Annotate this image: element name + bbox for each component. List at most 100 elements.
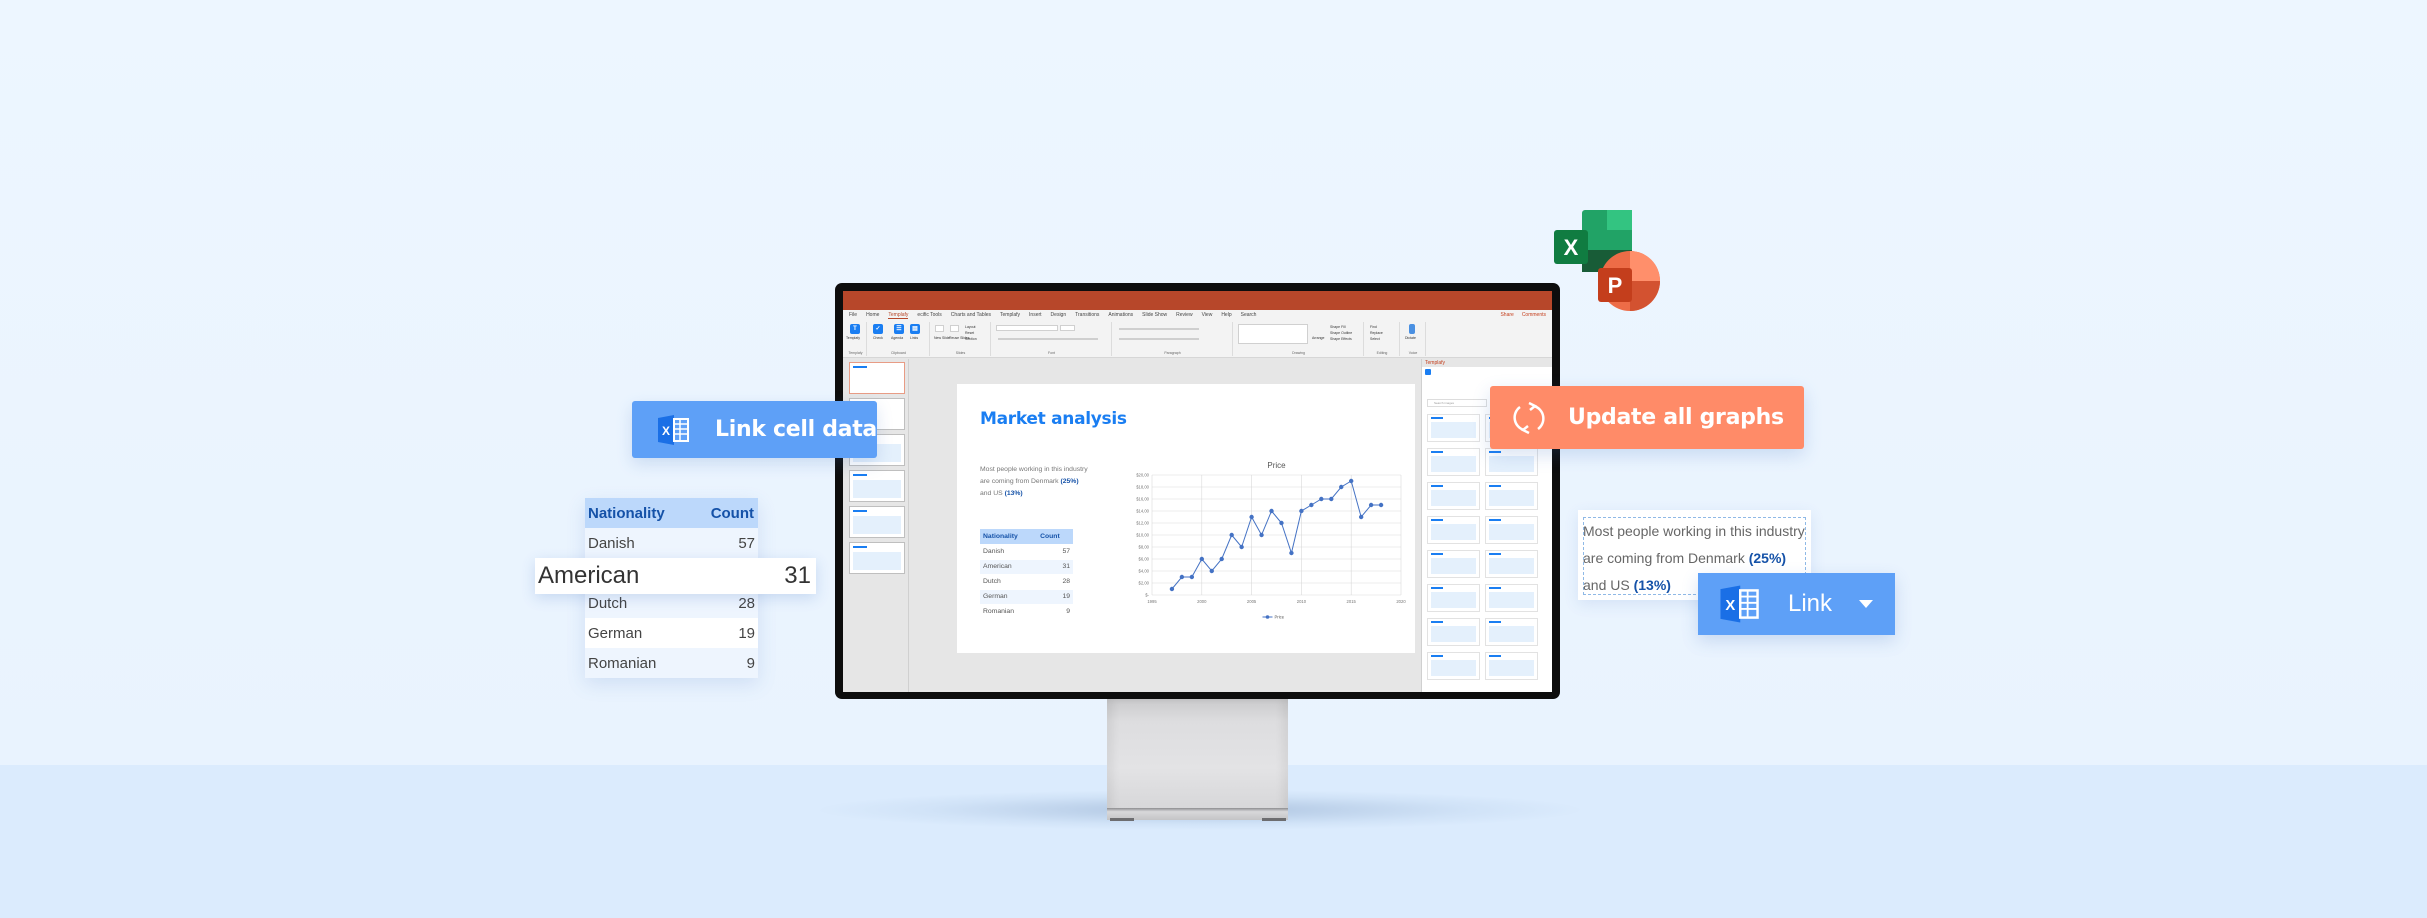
tab-templafy[interactable]: Templafy	[888, 312, 909, 319]
links-button[interactable]: ▤	[910, 324, 920, 334]
paragraph-list-buttons[interactable]	[1119, 328, 1199, 330]
find-button[interactable]: Find	[1370, 325, 1377, 329]
group-label: Drawing	[1292, 351, 1305, 355]
slide-table[interactable]: Nationality Count Danish 57 American 31 Dut…	[980, 529, 1073, 619]
slide-thumbnail[interactable]	[849, 470, 905, 502]
template-card[interactable]	[1485, 516, 1538, 544]
data-point	[1229, 532, 1234, 538]
templafy-button[interactable]: T	[850, 324, 860, 334]
group-label: Editing	[1376, 351, 1388, 355]
template-card[interactable]	[1485, 618, 1538, 646]
svg-text:X: X	[1564, 235, 1579, 260]
template-card[interactable]	[1427, 482, 1480, 510]
template-card[interactable]	[1427, 414, 1480, 442]
layout-button[interactable]: Layout	[965, 325, 976, 329]
chevron-down-icon[interactable]	[1859, 600, 1873, 608]
template-card[interactable]	[1485, 550, 1538, 578]
slide-text-box[interactable]: Most people working in this industry are…	[980, 464, 1110, 500]
link-cell-data-label: Link cell data	[715, 417, 877, 442]
template-card[interactable]	[1485, 448, 1538, 476]
slide-thumbnail[interactable]	[849, 362, 905, 394]
template-card[interactable]	[1427, 652, 1480, 680]
link-button[interactable]: X Link	[1698, 573, 1895, 635]
tab-file[interactable]: File	[849, 312, 857, 318]
tab-templafy-2[interactable]: Templafy	[1000, 312, 1020, 318]
shape-outline-button[interactable]: Shape Outline	[1330, 331, 1352, 335]
y-tick-label: $20,00	[1136, 473, 1149, 478]
tab-slide-show[interactable]: Slide Show	[1142, 312, 1167, 318]
section-button[interactable]: Section	[965, 337, 977, 341]
update-all-graphs-label: Update all graphs	[1568, 405, 1784, 430]
data-point	[1219, 556, 1224, 562]
template-card[interactable]	[1427, 448, 1480, 476]
update-all-graphs-button[interactable]: Update all graphs	[1490, 386, 1804, 449]
refresh-icon	[1513, 401, 1545, 434]
agenda-button[interactable]: ☰	[894, 324, 904, 334]
table-row[interactable]: German 19	[585, 618, 758, 648]
template-card[interactable]	[1485, 584, 1538, 612]
shape-fill-button[interactable]: Shape Fill	[1330, 325, 1346, 329]
slide-title: Market analysis	[980, 409, 1127, 429]
monitor-stand-base	[1107, 808, 1288, 820]
font-format-buttons[interactable]	[998, 338, 1098, 340]
tab-help[interactable]: Help	[1221, 312, 1231, 318]
tab-transitions[interactable]: Transitions	[1075, 312, 1099, 318]
shape-effects-button[interactable]: Shape Effects	[1330, 337, 1352, 341]
tab-home[interactable]: Home	[866, 312, 879, 318]
reuse-slides-icon[interactable]	[950, 325, 959, 332]
data-point	[1309, 502, 1314, 508]
share-button[interactable]: Share	[1500, 312, 1513, 318]
table-header-row: Nationality Count	[585, 498, 758, 528]
template-card[interactable]	[1427, 550, 1480, 578]
data-point	[1169, 586, 1175, 592]
paragraph-align-buttons[interactable]	[1119, 338, 1199, 340]
y-tick-label: $2,00	[1139, 581, 1150, 586]
table-row[interactable]: Romanian 9	[585, 648, 758, 678]
microphone-icon[interactable]	[1409, 324, 1415, 334]
tab-insert[interactable]: Insert	[1029, 312, 1042, 318]
group-label: Font	[1047, 351, 1055, 355]
tab-animations[interactable]: Animations	[1108, 312, 1133, 318]
image-search-input[interactable]: Search images	[1427, 399, 1487, 407]
data-point	[1209, 568, 1214, 574]
link-label: Link	[1788, 590, 1833, 617]
table-row: Danish 57	[980, 543, 1073, 559]
replace-button[interactable]: Replace	[1370, 331, 1383, 335]
y-tick-label: $18,00	[1136, 485, 1149, 490]
slide-thumbnail[interactable]	[849, 506, 905, 538]
shapes-gallery[interactable]	[1238, 324, 1308, 344]
tab-charts-and-tables[interactable]: Charts and Tables	[951, 312, 991, 318]
template-card[interactable]	[1485, 652, 1538, 680]
links-label: Links	[910, 336, 919, 340]
monitor-foot	[1262, 818, 1286, 821]
arrange-button[interactable]: Arrange	[1312, 336, 1324, 340]
table-row: German 19	[980, 588, 1073, 604]
percentage-us: (13%)	[1004, 490, 1023, 497]
template-card[interactable]	[1485, 482, 1538, 510]
template-card[interactable]	[1427, 618, 1480, 646]
new-slide-icon[interactable]	[935, 325, 944, 332]
tab-search[interactable]: Search	[1241, 312, 1257, 318]
tab-specific-tools[interactable]: ecific Tools	[917, 312, 941, 318]
template-card[interactable]	[1427, 516, 1480, 544]
highlighted-row[interactable]: American 31	[535, 558, 816, 594]
tab-view[interactable]: View	[1202, 312, 1213, 318]
table-row: Dutch 28	[980, 573, 1073, 589]
check-button[interactable]: ✓	[873, 324, 883, 334]
tab-design[interactable]: Design	[1051, 312, 1067, 318]
slide-thumbnail[interactable]	[849, 542, 905, 574]
comments-button[interactable]: Comments	[1522, 312, 1546, 318]
tab-review[interactable]: Review	[1176, 312, 1192, 318]
reset-button[interactable]: Reset	[965, 331, 974, 335]
link-cell-data-button[interactable]: X Link cell data	[632, 401, 877, 458]
table-row[interactable]: Danish 57	[585, 528, 758, 558]
font-size-select[interactable]	[1060, 325, 1075, 331]
slide-canvas[interactable]: Market analysis Most people working in t…	[957, 384, 1415, 653]
x-tick-label: 2015	[1347, 599, 1357, 604]
monitor-foot	[1110, 818, 1134, 821]
select-button[interactable]: Select	[1370, 337, 1380, 341]
template-card[interactable]	[1427, 584, 1480, 612]
font-name-select[interactable]	[996, 325, 1058, 331]
price-line-chart[interactable]: Price $- $2,00 $4,00 $6,00 $8,00 $10,00 $12,00 $…	[1115, 460, 1415, 650]
ribbon-group-slides: New Slide Reuse Slides Layout Reset Sect…	[931, 322, 991, 356]
